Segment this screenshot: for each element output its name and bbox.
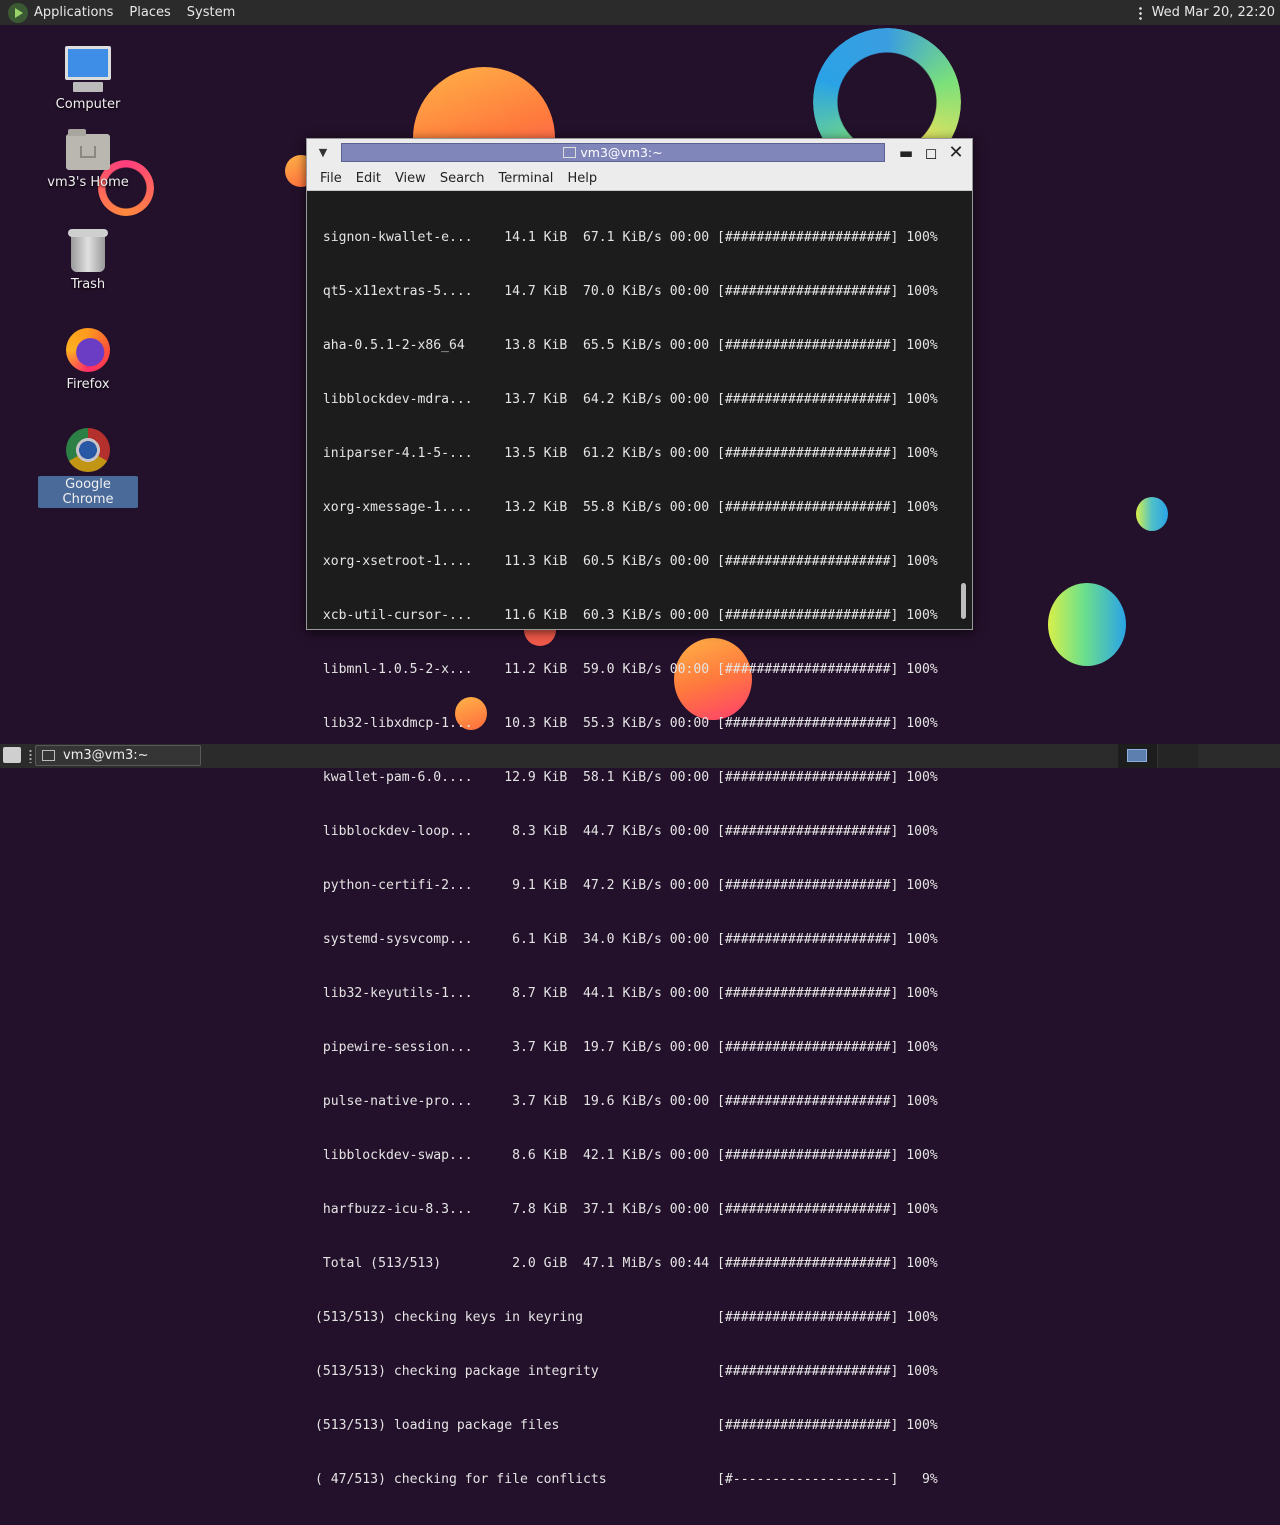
panel-handle-icon: [1138, 5, 1142, 20]
desktop-icon-label: Firefox: [66, 377, 110, 392]
desktop-icon-label: Computer: [55, 97, 121, 112]
terminal-line: pipewire-session... 3.7 KiB 19.7 KiB/s 0…: [315, 1040, 938, 1055]
computer-icon: [65, 46, 111, 92]
terminal-line: aha-0.5.1-2-x86_64 13.8 KiB 65.5 KiB/s 0…: [315, 338, 938, 353]
system-menu[interactable]: System: [187, 5, 235, 20]
bottom-panel: vm3@vm3:~: [0, 744, 1280, 768]
menu-file[interactable]: File: [307, 171, 349, 186]
terminal-icon: [563, 147, 577, 158]
workspace-switcher-2[interactable]: [1157, 744, 1198, 768]
show-desktop-icon[interactable]: [3, 747, 21, 763]
terminal-line: libmnl-1.0.5-2-x... 11.2 KiB 59.0 KiB/s …: [315, 662, 938, 677]
home-folder-icon: [66, 129, 110, 170]
taskbar-button-label: vm3@vm3:~: [63, 748, 149, 763]
menu-edit[interactable]: Edit: [349, 171, 388, 186]
panel-handle-icon: [29, 749, 32, 763]
terminal-line: libblockdev-swap... 8.6 KiB 42.1 KiB/s 0…: [315, 1148, 938, 1163]
terminal-line: libblockdev-loop... 8.3 KiB 44.7 KiB/s 0…: [315, 824, 938, 839]
desktop-icon-chrome[interactable]: Google Chrome: [38, 428, 138, 508]
terminal-line: signon-kwallet-e... 14.1 KiB 67.1 KiB/s …: [315, 230, 938, 245]
terminal-line: libblockdev-mdra... 13.7 KiB 64.2 KiB/s …: [315, 392, 938, 407]
window-menu-chevron-down-icon[interactable]: ▼: [313, 143, 333, 163]
desktop-icon-trash[interactable]: Trash: [38, 229, 138, 293]
terminal-output[interactable]: signon-kwallet-e... 14.1 KiB 67.1 KiB/s …: [307, 191, 972, 1487]
clock-area: Wed Mar 20, 22:20: [1138, 0, 1275, 25]
desktop-icon-computer[interactable]: Computer: [38, 46, 138, 113]
menu-help[interactable]: Help: [560, 171, 604, 186]
terminal-line: systemd-sysvcomp... 6.1 KiB 34.0 KiB/s 0…: [315, 932, 938, 947]
wallpaper-small-green-circle: [1136, 497, 1168, 531]
desktop-icon-home[interactable]: vm3's Home: [38, 129, 138, 191]
terminal-line: iniparser-4.1-5-... 13.5 KiB 61.2 KiB/s …: [315, 446, 938, 461]
window-titlebar[interactable]: ▼ vm3@vm3:~ ▬ ◻ ✕: [307, 139, 972, 166]
terminal-window[interactable]: ▼ vm3@vm3:~ ▬ ◻ ✕ File Edit View Search …: [306, 138, 973, 1487]
desktop-icon-label: vm3's Home: [47, 175, 129, 190]
firefox-icon: [66, 328, 110, 372]
terminal-line: (513/513) checking package integrity [##…: [315, 1364, 938, 1379]
desktop-icon-label: Trash: [70, 277, 106, 292]
trash-icon: [68, 229, 108, 272]
applications-menu[interactable]: Applications: [34, 5, 113, 20]
terminal-line: Total (513/513) 2.0 GiB 47.1 MiB/s 00:44…: [315, 1256, 938, 1271]
top-panel: Applications Places System Wed Mar 20, 2…: [0, 0, 1280, 25]
menu-logo-icon[interactable]: [8, 2, 28, 23]
window-title-text: vm3@vm3:~: [580, 145, 663, 160]
window-title[interactable]: vm3@vm3:~: [341, 143, 885, 162]
terminal-line: xorg-xsetroot-1.... 11.3 KiB 60.5 KiB/s …: [315, 554, 938, 569]
terminal-line: ( 47/513) checking for file conflicts [#…: [315, 1472, 938, 1487]
terminal-line: xcb-util-cursor-... 11.6 KiB 60.3 KiB/s …: [315, 608, 938, 623]
terminal-line: lib32-keyutils-1... 8.7 KiB 44.1 KiB/s 0…: [315, 986, 938, 1001]
workspace-switcher-1[interactable]: [1118, 744, 1157, 768]
maximize-button[interactable]: ◻: [920, 142, 942, 164]
terminal-line: pulse-native-pro... 3.7 KiB 19.6 KiB/s 0…: [315, 1094, 938, 1109]
clock[interactable]: Wed Mar 20, 22:20: [1152, 5, 1275, 20]
terminal-line: qt5-x11extras-5.... 14.7 KiB 70.0 KiB/s …: [315, 284, 938, 299]
terminal-line: lib32-libxdmcp-1... 10.3 KiB 55.3 KiB/s …: [315, 716, 938, 731]
taskbar-button-terminal[interactable]: vm3@vm3:~: [35, 745, 201, 766]
desktop-icon-label: Google Chrome: [38, 476, 138, 508]
terminal-menubar: File Edit View Search Terminal Help: [307, 166, 972, 191]
places-menu[interactable]: Places: [129, 5, 170, 20]
desktop-icon-firefox[interactable]: Firefox: [38, 328, 138, 393]
terminal-line: (513/513) checking keys in keyring [####…: [315, 1310, 938, 1325]
wallpaper-green-blue-circle: [1048, 583, 1126, 666]
menu-terminal[interactable]: Terminal: [491, 171, 560, 186]
menu-view[interactable]: View: [388, 171, 433, 186]
terminal-line: (513/513) loading package files [#######…: [315, 1418, 938, 1433]
minimize-button[interactable]: ▬: [895, 142, 917, 164]
chrome-icon: [66, 428, 110, 472]
terminal-line: harfbuzz-icu-8.3... 7.8 KiB 37.1 KiB/s 0…: [315, 1202, 938, 1217]
terminal-scrollbar[interactable]: [960, 193, 968, 623]
terminal-line: kwallet-pam-6.0.... 12.9 KiB 58.1 KiB/s …: [315, 770, 938, 785]
terminal-line: python-certifi-2... 9.1 KiB 47.2 KiB/s 0…: [315, 878, 938, 893]
menu-search[interactable]: Search: [433, 171, 492, 186]
terminal-icon: [42, 750, 55, 761]
terminal-line: xorg-xmessage-1.... 13.2 KiB 55.8 KiB/s …: [315, 500, 938, 515]
close-button[interactable]: ✕: [945, 142, 967, 164]
scrollbar-thumb[interactable]: [961, 583, 966, 619]
terminal-lines: signon-kwallet-e... 14.1 KiB 67.1 KiB/s …: [315, 193, 938, 1525]
